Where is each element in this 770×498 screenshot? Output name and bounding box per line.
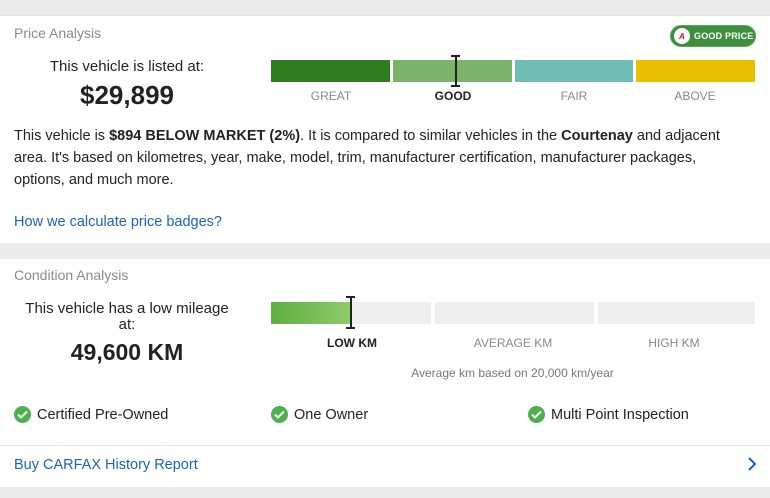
km-label-high: HIGH KM [648, 336, 700, 350]
price-analysis-title: Price Analysis [14, 25, 102, 41]
feature-one-owner: One Owner [271, 406, 368, 423]
km-label-average: AVERAGE KM [473, 336, 553, 350]
location-name: Courtenay [561, 128, 633, 144]
average-km-note: Average km based on 20,000 km/year [411, 366, 614, 380]
buy-carfax-report-link[interactable]: Buy CARFAX History Report [14, 457, 198, 473]
scale-label-good: GOOD [434, 89, 472, 103]
condition-analysis-card: Condition Analysis This vehicle has a lo… [0, 259, 770, 487]
check-circle-icon [14, 406, 31, 423]
divider [0, 445, 770, 446]
price-description: This vehicle is $894 BELOW MARKET (2%). … [14, 128, 720, 188]
price-analysis-card: Price Analysis A GOOD PRICE This vehicle… [0, 15, 770, 243]
check-circle-icon [528, 406, 545, 423]
scale-label-above: ABOVE [674, 89, 716, 103]
mileage-label: This vehicle has a low mileage at: [25, 300, 229, 333]
km-segment-average [435, 302, 594, 324]
badge-label: GOOD PRICE [694, 31, 754, 41]
listed-at-label: This vehicle is listed at: [49, 58, 205, 75]
mileage-value: 49,600 KM [70, 339, 184, 365]
chevron-right-icon[interactable] [745, 456, 759, 472]
price-badges-info-link[interactable]: How we calculate price badges? [14, 214, 222, 230]
price-marker-bottom-cap [451, 85, 460, 87]
price-marker [455, 55, 457, 87]
scale-segment-above [636, 60, 755, 82]
scale-segment-great [271, 60, 390, 82]
km-label-low: LOW KM [327, 336, 377, 350]
scale-label-fair: FAIR [560, 89, 588, 103]
below-market-amount: $894 BELOW MARKET (2%) [109, 128, 301, 144]
low-km-fill [271, 302, 351, 324]
check-circle-icon [271, 406, 288, 423]
scale-segment-fair [515, 60, 633, 82]
feature-label: One Owner [294, 406, 369, 423]
feature-certified: Certified Pre-Owned [14, 406, 168, 423]
scale-label-great: GREAT [310, 89, 352, 103]
feature-inspection: Multi Point Inspection [528, 406, 689, 423]
km-marker-bottom-cap [346, 327, 355, 329]
km-marker [350, 296, 352, 328]
price-value: $29,899 [80, 80, 174, 110]
carfax-logo-icon: A [674, 28, 690, 44]
feature-label: Multi Point Inspection [551, 406, 689, 423]
feature-label: Certified Pre-Owned [37, 406, 169, 423]
good-price-badge: A GOOD PRICE [670, 25, 756, 47]
condition-analysis-title: Condition Analysis [14, 267, 129, 283]
scale-segment-good [393, 60, 512, 82]
km-segment-high [598, 302, 755, 324]
